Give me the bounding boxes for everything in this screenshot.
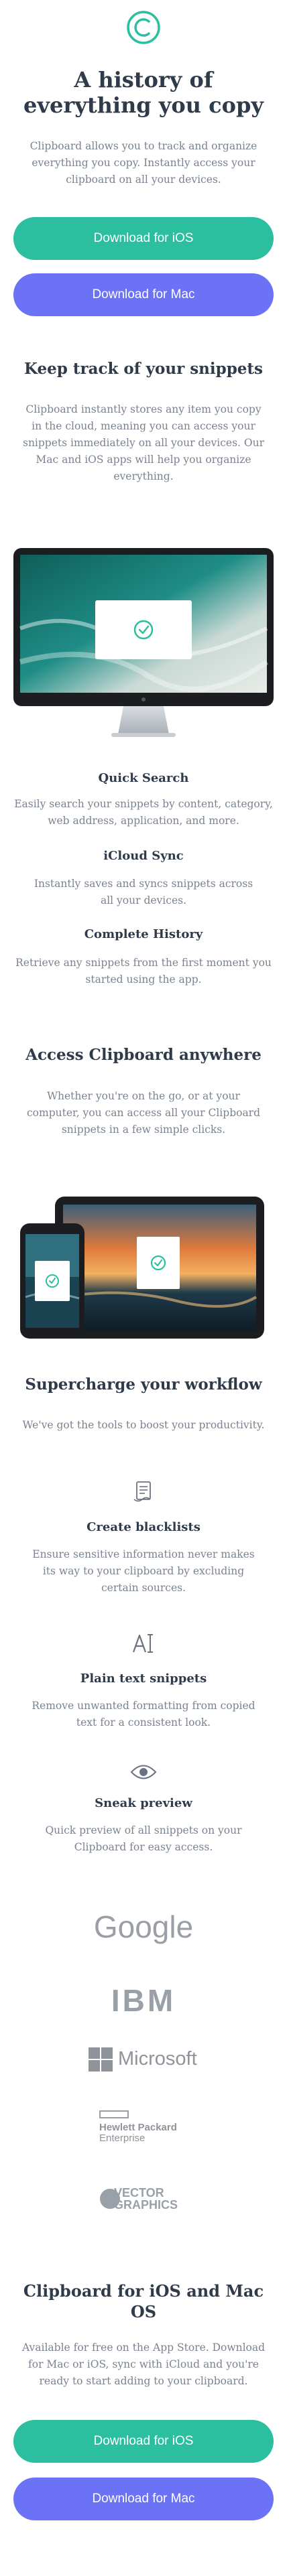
snippets-title: Keep track of your snippets [23, 360, 263, 378]
cta-text: Available for free on the App Store. Dow… [21, 2342, 266, 2387]
ibm-logo: IBM [111, 1983, 176, 2018]
feature-title: Quick Search [98, 771, 189, 785]
workflow-item-title: Plain text snippets [80, 1672, 207, 1686]
workflow-text: We've got the tools to boost your produc… [22, 1419, 265, 1431]
cta-download-ios-button[interactable]: Download for iOS [13, 2420, 274, 2463]
workflow-item-title: Create blacklists [87, 1520, 200, 1534]
cta-download-mac-button[interactable]: Download for Mac [13, 2478, 274, 2520]
hero-subtitle: Clipboard allows you to track and organi… [30, 140, 257, 186]
hp-enterprise-logo: Hewlett Packard Enterprise [99, 2110, 193, 2151]
feature-title: iCloud Sync [103, 849, 184, 863]
download-mac-button[interactable]: Download for Mac [13, 273, 274, 316]
microsoft-logo: Microsoft [89, 2047, 203, 2074]
eye-icon [130, 1763, 157, 1781]
feature-text: Instantly saves and syncs snippets acros… [34, 878, 253, 906]
download-ios-button[interactable]: Download for iOS [13, 217, 274, 260]
google-logo: Google [93, 1909, 194, 1944]
access-title: Access Clipboard anywhere [25, 1046, 262, 1064]
hero-title: A history of everything you copy [23, 67, 264, 118]
access-text: Whether you're on the go, or at your com… [26, 1090, 261, 1136]
text-icon [131, 1632, 156, 1655]
hp-line-1: Hewlett Packard [99, 2122, 177, 2133]
devices-illustration [20, 1197, 268, 1339]
feature-title: Complete History [84, 927, 203, 941]
hp-line-2: Enterprise [99, 2132, 146, 2144]
vector-line-2: GRAPHICS [114, 2198, 178, 2212]
blacklist-icon [133, 1481, 154, 1503]
workflow-item-text: Ensure sensitive information never makes… [32, 1548, 255, 1594]
feature-text: Easily search your snippets by content, … [14, 798, 273, 827]
snippets-text: Clipboard instantly stores any item you … [22, 403, 264, 482]
workflow-item-text: Quick preview of all snippets on your Cl… [45, 1824, 242, 1853]
workflow-item-title: Sneak preview [95, 1796, 192, 1810]
microsoft-wordmark: Microsoft [118, 2048, 197, 2070]
monitor-illustration [13, 548, 274, 749]
vector-graphics-logo: VECTOR GRAPHICS [99, 2185, 200, 2215]
cta-title: Clipboard for iOS and Mac OS [23, 2281, 264, 2321]
clipboard-logo-icon [125, 9, 162, 46]
page: A history of everything you copy Clipboa… [0, 0, 287, 2576]
workflow-item-text: Remove unwanted formatting from copied t… [32, 1700, 255, 1728]
feature-text: Retrieve any snippets from the first mom… [15, 957, 272, 986]
workflow-title: Supercharge your workflow [25, 1375, 262, 1394]
